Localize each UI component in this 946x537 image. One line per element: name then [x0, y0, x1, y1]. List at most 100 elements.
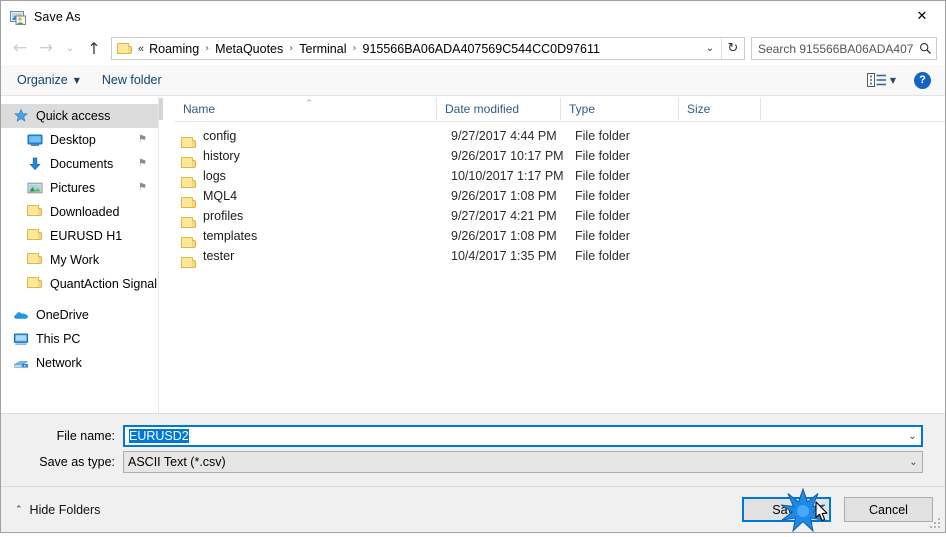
column-header-date-modified[interactable]: Date modified	[437, 97, 561, 120]
save-button[interactable]: Save	[742, 497, 831, 522]
sidebar-item-quantaction-signal[interactable]: QuantAction Signal	[1, 272, 158, 296]
dialog-footer: ⌃ Hide Folders Save Cancel	[1, 486, 945, 532]
file-name: logs	[203, 169, 226, 183]
sidebar-item-label: Pictures	[50, 181, 96, 195]
breadcrumb-item-roaming[interactable]: Roaming	[147, 42, 201, 56]
refresh-button[interactable]: ↻	[721, 38, 744, 59]
navigation-bar: ← → ⌄ ↑ « Roaming › MetaQuotes › Termina…	[1, 32, 945, 65]
pin-icon[interactable]: ⚑	[138, 182, 149, 193]
resize-grip[interactable]	[930, 518, 941, 529]
table-row[interactable]: config 9/27/2017 4:44 PM File folder	[175, 126, 945, 146]
chevron-down-icon[interactable]: ⌄	[905, 457, 922, 468]
column-header-name[interactable]: ⌃ Name	[175, 97, 437, 120]
sidebar-item-eurusd-h1[interactable]: EURUSD H1	[1, 224, 158, 248]
file-name-value[interactable]: EURUSD2	[125, 429, 904, 443]
file-date-modified: 10/4/2017 1:35 PM	[451, 249, 557, 263]
sidebar-item-label: This PC	[36, 332, 81, 346]
up-one-level-button[interactable]: ↑	[81, 36, 107, 62]
file-list-scrollbar[interactable]	[159, 96, 163, 413]
dialog-body: Quick access Desktop ⚑ Documents ⚑ Pictu…	[1, 96, 945, 413]
save-as-dialog: Save As ✕ ← → ⌄ ↑ « Roaming › MetaQuotes…	[0, 0, 946, 533]
pin-icon[interactable]: ⚑	[138, 134, 149, 145]
address-dropdown-button[interactable]: ⌄	[699, 38, 721, 59]
column-header-label: Name	[183, 101, 216, 116]
change-view-icon[interactable]	[866, 72, 888, 88]
search-input[interactable]: Search 915566BA06ADA40756...	[752, 42, 914, 56]
hide-folders-button[interactable]: ⌃ Hide Folders	[15, 503, 100, 517]
save-as-type-select[interactable]: ASCII Text (*.csv) ⌄	[123, 451, 923, 473]
breadcrumb-separator-icon[interactable]: ›	[349, 43, 361, 54]
sidebar-item-pictures[interactable]: Pictures ⚑	[1, 176, 158, 200]
table-row[interactable]: profiles 9/27/2017 4:21 PM File folder	[175, 206, 945, 226]
chevron-down-icon[interactable]: ▼	[890, 76, 896, 85]
save-as-type-value: ASCII Text (*.csv)	[128, 455, 226, 469]
sidebar-item-desktop[interactable]: Desktop ⚑	[1, 128, 158, 152]
file-date-modified: 9/27/2017 4:44 PM	[451, 129, 557, 143]
sidebar-item-label: Documents	[50, 157, 114, 171]
save-as-type-row: Save as type: ASCII Text (*.csv) ⌄	[1, 451, 945, 473]
table-row[interactable]: templates 9/26/2017 1:08 PM File folder	[175, 226, 945, 246]
sidebar-item-documents[interactable]: Documents ⚑	[1, 152, 158, 176]
file-name: config	[203, 129, 237, 143]
file-type: File folder	[575, 169, 630, 183]
table-row[interactable]: MQL4 9/26/2017 1:08 PM File folder	[175, 186, 945, 206]
sidebar-item-network[interactable]: Network	[1, 351, 158, 375]
folder-icon	[117, 42, 133, 56]
sidebar-item-label: My Work	[50, 253, 100, 267]
breadcrumb-item-terminal[interactable]: Terminal	[297, 42, 348, 56]
cancel-button[interactable]: Cancel	[844, 497, 933, 522]
table-row[interactable]: logs 10/10/2017 1:17 PM File folder	[175, 166, 945, 186]
download-arrow-icon	[27, 156, 43, 172]
sidebar-item-label: Desktop	[50, 133, 96, 147]
column-header-label: Date modified	[445, 101, 520, 116]
back-button[interactable]: ←	[7, 36, 33, 62]
column-header-type[interactable]: Type	[561, 97, 679, 120]
file-type: File folder	[575, 209, 630, 223]
search-box[interactable]: Search 915566BA06ADA40756...	[751, 37, 937, 60]
breadcrumb-separator-icon[interactable]: ›	[201, 43, 213, 54]
command-bar-right: ▼ ?	[866, 65, 935, 95]
sidebar-item-label: QuantAction Signal	[50, 277, 158, 291]
save-as-type-label: Save as type:	[39, 455, 115, 469]
sidebar-item-label: Quick access	[36, 109, 111, 123]
breadcrumb-overflow-icon[interactable]: «	[138, 43, 147, 55]
forward-button[interactable]: →	[33, 36, 59, 62]
this-pc-icon	[13, 331, 29, 347]
sidebar-item-this-pc[interactable]: This PC	[1, 327, 158, 351]
command-bar: Organize ▼ New folder ▼ ?	[1, 65, 945, 96]
file-name: history	[203, 149, 240, 163]
monitor-icon	[27, 132, 43, 148]
hide-folders-label: Hide Folders	[29, 502, 101, 517]
folder-icon	[27, 228, 43, 244]
table-row[interactable]: history 9/26/2017 10:17 PM File folder	[175, 146, 945, 166]
help-icon[interactable]: ?	[914, 71, 931, 89]
pin-icon[interactable]: ⚑	[138, 158, 149, 169]
close-button[interactable]: ✕	[899, 1, 945, 31]
file-name-selected-text: EURUSD2	[129, 429, 189, 443]
picture-icon	[27, 180, 43, 196]
address-bar[interactable]: « Roaming › MetaQuotes › Terminal › 9155…	[111, 37, 745, 60]
breadcrumb: « Roaming › MetaQuotes › Terminal › 9155…	[138, 42, 699, 56]
file-type: File folder	[575, 229, 630, 243]
recent-locations-button[interactable]: ⌄	[59, 36, 81, 62]
file-name-row: File name: EURUSD2 ⌄	[1, 425, 945, 447]
breadcrumb-separator-icon[interactable]: ›	[285, 43, 297, 54]
file-name: templates	[203, 229, 258, 243]
organize-button[interactable]: Organize ▼	[17, 73, 80, 87]
sidebar-item-quick-access[interactable]: Quick access	[1, 104, 158, 128]
table-row[interactable]: tester 10/4/2017 1:35 PM File folder	[175, 246, 945, 266]
breadcrumb-item-terminal-id[interactable]: 915566BA06ADA407569C544CC0D97611	[361, 42, 602, 56]
breadcrumb-item-metaquotes[interactable]: MetaQuotes	[213, 42, 285, 56]
sidebar-item-my-work[interactable]: My Work	[1, 248, 158, 272]
column-header-size[interactable]: Size	[679, 97, 761, 120]
new-folder-button[interactable]: New folder	[102, 73, 162, 87]
chevron-down-icon[interactable]: ⌄	[904, 431, 921, 442]
new-folder-label: New folder	[101, 73, 162, 87]
file-date-modified: 10/10/2017 1:17 PM	[451, 169, 564, 183]
sidebar-item-onedrive[interactable]: OneDrive	[1, 303, 158, 327]
folder-icon	[27, 204, 43, 220]
sidebar-item-downloaded[interactable]: Downloaded	[1, 200, 158, 224]
file-name-input[interactable]: EURUSD2 ⌄	[123, 425, 923, 447]
file-date-modified: 9/26/2017 1:08 PM	[451, 229, 557, 243]
